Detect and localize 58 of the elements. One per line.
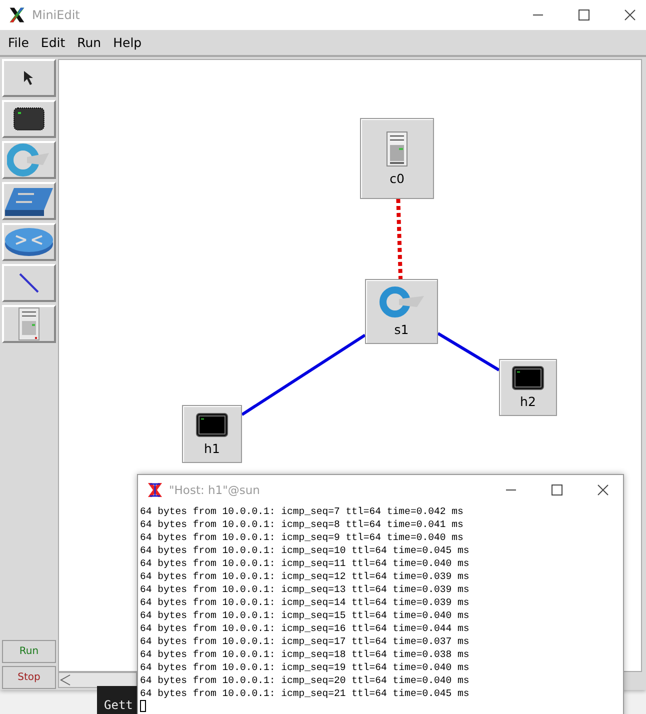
run-button[interactable]: Run bbox=[2, 640, 56, 663]
window-title: "Host: h1"@sun bbox=[169, 483, 260, 497]
tool-button[interactable] bbox=[2, 100, 56, 138]
close-icon[interactable] bbox=[624, 9, 636, 21]
dashed-link-line[interactable] bbox=[396, 198, 403, 280]
menu-item[interactable]: Run bbox=[73, 35, 106, 50]
terminal-line: 64 bytes from 10.0.0.1: icmp_seq=16 ttl=64 time=0.044 ms bbox=[140, 622, 470, 635]
server-icon bbox=[386, 131, 408, 167]
tool-button[interactable] bbox=[2, 182, 56, 220]
terminal-line: 64 bytes from 10.0.0.1: icmp_seq=17 ttl=64 time=0.037 ms bbox=[140, 635, 470, 648]
x-logo-icon bbox=[8, 6, 26, 24]
terminal-line: 64 bytes from 10.0.0.1: icmp_seq=7 ttl=64 time=0.042 ms bbox=[140, 505, 464, 518]
terminal-line: 64 bytes from 10.0.0.1: icmp_seq=21 ttl=64 time=0.045 ms bbox=[140, 687, 470, 700]
switch-node[interactable]: s1 bbox=[365, 279, 438, 344]
terminal-line: 64 bytes from 10.0.0.1: icmp_seq=19 ttl=64 time=0.040 ms bbox=[140, 661, 470, 674]
host-node[interactable]: h2 bbox=[499, 359, 557, 416]
monitor-icon bbox=[13, 107, 45, 131]
horizontal-scrollbar[interactable] bbox=[58, 672, 137, 688]
window-title: MiniEdit bbox=[32, 8, 80, 22]
menu-item[interactable]: Edit bbox=[36, 35, 70, 50]
x-logo-icon bbox=[147, 482, 163, 498]
text-cursor bbox=[140, 700, 146, 712]
maximize-icon[interactable] bbox=[551, 484, 563, 496]
node-label: s1 bbox=[394, 322, 409, 337]
menu-item[interactable]: Help bbox=[109, 35, 146, 50]
terminal-icon bbox=[512, 366, 544, 390]
router-icon bbox=[4, 226, 54, 258]
terminal-line: 64 bytes from 10.0.0.1: icmp_seq=8 ttl=64 time=0.041 ms bbox=[140, 518, 464, 531]
line-icon bbox=[18, 272, 40, 294]
stop-button[interactable]: Stop bbox=[2, 666, 56, 689]
terminal-line: 64 bytes from 10.0.0.1: icmp_seq=14 ttl=64 time=0.039 ms bbox=[140, 596, 470, 609]
terminal-line: 64 bytes from 10.0.0.1: icmp_seq=11 ttl=64 time=0.040 ms bbox=[140, 557, 470, 570]
terminal-icon bbox=[196, 412, 228, 436]
maximize-icon[interactable] bbox=[578, 9, 590, 21]
controller-node[interactable]: c0 bbox=[360, 118, 434, 199]
terminal-line: 64 bytes from 10.0.0.1: icmp_seq=9 ttl=64 time=0.040 ms bbox=[140, 531, 464, 544]
terminal-line: 64 bytes from 10.0.0.1: icmp_seq=13 ttl=64 time=0.039 ms bbox=[140, 583, 470, 596]
node-label: h1 bbox=[204, 440, 220, 456]
terminal-line: 64 bytes from 10.0.0.1: icmp_seq=10 ttl=64 time=0.045 ms bbox=[140, 544, 470, 557]
pointer-icon bbox=[23, 70, 35, 86]
link-line[interactable] bbox=[437, 332, 500, 372]
node-label: h2 bbox=[520, 394, 536, 409]
switch-icon bbox=[378, 286, 424, 318]
tool-button[interactable] bbox=[2, 264, 56, 302]
terminal-line: 64 bytes from 10.0.0.1: icmp_seq=12 ttl=64 time=0.039 ms bbox=[140, 570, 470, 583]
tool-button[interactable] bbox=[2, 59, 56, 97]
terminal-text: Gett bbox=[103, 698, 133, 714]
node-label: c0 bbox=[390, 171, 404, 186]
menu-item[interactable]: File bbox=[4, 35, 33, 50]
terminal-line: 64 bytes from 10.0.0.1: icmp_seq=20 ttl=64 time=0.040 ms bbox=[140, 674, 470, 687]
link-line[interactable] bbox=[241, 334, 366, 416]
terminal-line: 64 bytes from 10.0.0.1: icmp_seq=15 ttl=64 time=0.040 ms bbox=[140, 609, 470, 622]
close-icon[interactable] bbox=[597, 484, 609, 496]
terminal-line: 64 bytes from 10.0.0.1: icmp_seq=18 ttl=64 time=0.038 ms bbox=[140, 648, 470, 661]
server-icon bbox=[18, 307, 40, 341]
scroll-left-icon[interactable] bbox=[59, 674, 73, 686]
switch-icon bbox=[7, 143, 51, 177]
host-node[interactable]: h1 bbox=[182, 405, 242, 463]
